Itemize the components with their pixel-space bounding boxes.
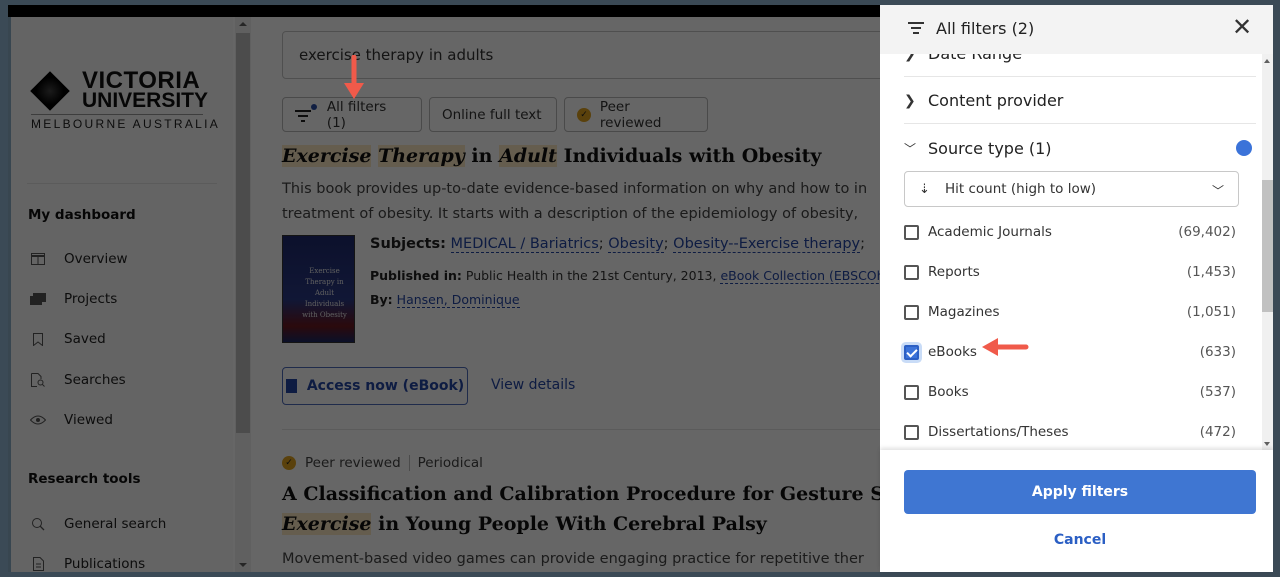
annotation-arrow-icon <box>982 338 1029 356</box>
filters-panel: All filters (2) ✕ ❯ Date Range ❯ Content… <box>880 5 1273 572</box>
option-count: (1,051) <box>1186 304 1236 320</box>
accordion-date-range[interactable]: ❯ Date Range <box>904 54 1256 77</box>
source-type-option[interactable]: eBooks (633) <box>904 341 1236 363</box>
accordion-content-provider[interactable]: ❯ Content provider <box>904 78 1256 124</box>
close-icon[interactable]: ✕ <box>1232 15 1252 39</box>
window-border-right <box>1273 0 1280 577</box>
checkbox[interactable] <box>904 304 919 320</box>
chevron-down-icon: ﹀ <box>1211 184 1224 198</box>
filters-panel-footer: Apply filters Cancel <box>880 450 1273 572</box>
filter-icon <box>908 21 924 35</box>
checkbox[interactable] <box>904 264 919 280</box>
chevron-right-icon: ❯ <box>904 54 928 62</box>
source-type-option[interactable]: Academic Journals (69,402) <box>904 221 1236 243</box>
filters-panel-header: All filters (2) ✕ <box>880 5 1273 54</box>
option-count: (69,402) <box>1178 224 1236 240</box>
source-type-option[interactable]: Magazines (1,051) <box>904 301 1236 323</box>
option-label: Dissertations/Theses <box>928 424 1069 440</box>
checkbox[interactable] <box>904 384 919 400</box>
scroll-down-arrow-icon[interactable] <box>1264 442 1270 446</box>
annotation-arrow-icon <box>344 55 364 99</box>
sort-descending-icon: ⇣ <box>919 181 930 197</box>
option-count: (1,453) <box>1186 264 1236 280</box>
sort-select[interactable]: ⇣ Hit count (high to low) ﹀ <box>904 171 1239 207</box>
checkbox[interactable] <box>904 344 919 360</box>
option-count: (633) <box>1199 344 1236 360</box>
chevron-down-icon: ﹀ <box>904 141 917 156</box>
option-label: eBooks <box>928 344 977 360</box>
apply-filters-button[interactable]: Apply filters <box>904 470 1256 514</box>
chevron-right-icon: ❯ <box>904 92 916 109</box>
filters-scrollbar[interactable] <box>1262 54 1273 450</box>
accordion-label: Source type (1) <box>928 138 1052 158</box>
modal-overlay[interactable] <box>11 17 880 572</box>
accordion-label: Content provider <box>928 91 1064 110</box>
cancel-button[interactable]: Cancel <box>880 532 1280 548</box>
active-indicator-dot <box>1236 140 1252 156</box>
option-label: Academic Journals <box>928 224 1052 240</box>
scrollbar-thumb[interactable] <box>1262 180 1273 312</box>
scroll-up-arrow-icon[interactable] <box>1264 59 1270 63</box>
option-label: Magazines <box>928 304 1000 320</box>
option-count: (537) <box>1199 384 1236 400</box>
sort-selected-label: Hit count (high to low) <box>945 181 1097 197</box>
option-count: (472) <box>1199 424 1236 440</box>
option-label: Books <box>928 384 969 400</box>
checkbox[interactable] <box>904 224 919 240</box>
filters-panel-title: All filters (2) <box>936 19 1035 38</box>
source-type-option[interactable]: Dissertations/Theses (472) <box>904 421 1236 443</box>
top-bar <box>8 5 880 17</box>
checkbox[interactable] <box>904 424 919 440</box>
source-type-option[interactable]: Reports (1,453) <box>904 261 1236 283</box>
accordion-label: Date Range <box>928 54 1022 63</box>
accordion-source-type[interactable]: ﹀ Source type (1) <box>904 125 1256 171</box>
filters-panel-body: ❯ Date Range ❯ Content provider ﹀ Source… <box>880 54 1260 450</box>
source-type-option[interactable]: Books (537) <box>904 381 1236 403</box>
option-label: Reports <box>928 264 980 280</box>
